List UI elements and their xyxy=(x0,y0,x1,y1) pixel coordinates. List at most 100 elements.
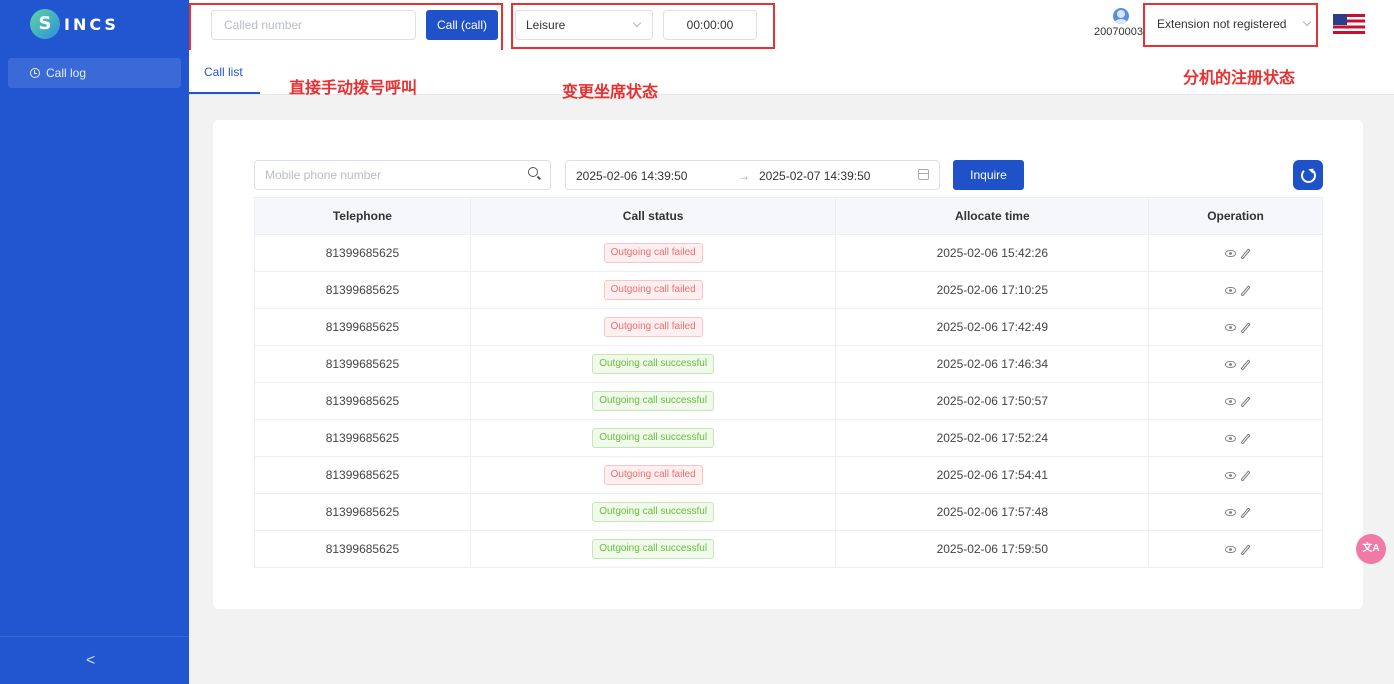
logo-text: INCS xyxy=(64,14,119,34)
edit-icon[interactable] xyxy=(1240,396,1251,408)
edit-icon[interactable] xyxy=(1240,248,1251,260)
operation-cell xyxy=(1148,345,1323,383)
date-separator: → xyxy=(738,169,750,183)
operation-cell xyxy=(1148,493,1323,531)
edit-icon[interactable] xyxy=(1240,322,1251,334)
status-badge: Outgoing call failed xyxy=(603,317,703,337)
telephone-cell: 81399685625 xyxy=(254,234,471,272)
allocate-time-cell: 2025-02-06 17:42:49 xyxy=(835,308,1150,346)
table-row: 81399685625 Outgoing call failed 2025-02-0… xyxy=(254,271,1323,309)
call-status-cell: Outgoing call successful xyxy=(469,493,837,531)
allocate-time-cell: 2025-02-06 17:10:25 xyxy=(835,271,1150,309)
edit-icon[interactable] xyxy=(1240,285,1251,297)
translate-floating-button[interactable]: 文A xyxy=(1356,534,1386,564)
edit-icon[interactable] xyxy=(1240,507,1251,519)
table-row: 81399685625 Outgoing call failed 2025-02-0… xyxy=(254,308,1323,346)
table-row: 81399685625 Outgoing call successful 2025-… xyxy=(254,345,1323,383)
telephone-cell: 81399685625 xyxy=(254,382,471,420)
status-badge: Outgoing call successful xyxy=(592,539,715,559)
view-icon[interactable] xyxy=(1224,250,1236,258)
allocate-time-cell: 2025-02-06 17:54:41 xyxy=(835,456,1150,494)
call-list-table: Telephone Call status Allocate time Oper… xyxy=(254,197,1323,568)
operation-cell xyxy=(1148,456,1323,494)
column-header-telephone: Telephone xyxy=(254,197,471,235)
calendar-icon xyxy=(918,169,929,180)
view-icon[interactable] xyxy=(1224,509,1236,517)
us-flag-icon[interactable] xyxy=(1333,14,1365,34)
status-badge: Outgoing call failed xyxy=(603,280,703,300)
refresh-button[interactable] xyxy=(1293,160,1323,190)
table-row: 81399685625 Outgoing call successful 2025-… xyxy=(254,382,1323,420)
table-row: 81399685625 Outgoing call successful 2025-… xyxy=(254,493,1323,531)
sidebar-item-call-log[interactable]: Call log xyxy=(8,58,181,88)
view-icon[interactable] xyxy=(1224,324,1236,332)
view-icon[interactable] xyxy=(1224,287,1236,295)
view-icon[interactable] xyxy=(1224,361,1236,369)
operation-cell xyxy=(1148,308,1323,346)
logo-icon xyxy=(30,9,60,39)
edit-icon[interactable] xyxy=(1240,544,1251,556)
date-start: 2025-02-06 14:39:50 xyxy=(576,169,688,183)
telephone-cell: 81399685625 xyxy=(254,530,471,568)
allocate-time-cell: 2025-02-06 17:52:24 xyxy=(835,419,1150,457)
allocate-time-cell: 2025-02-06 17:59:50 xyxy=(835,530,1150,568)
avatar[interactable] xyxy=(1113,8,1129,24)
inquire-button[interactable]: Inquire xyxy=(953,160,1024,190)
status-badge: Outgoing call successful xyxy=(592,354,715,374)
telephone-cell: 81399685625 xyxy=(254,493,471,531)
telephone-cell: 81399685625 xyxy=(254,308,471,346)
table-row: 81399685625 Outgoing call successful 2025-… xyxy=(254,530,1323,568)
operation-cell xyxy=(1148,419,1323,457)
clock-icon xyxy=(30,68,40,78)
collapse-sidebar-button[interactable]: < xyxy=(86,652,95,670)
allocate-time-cell: 2025-02-06 17:57:48 xyxy=(835,493,1150,531)
edit-icon[interactable] xyxy=(1240,433,1251,445)
edit-icon[interactable] xyxy=(1240,359,1251,371)
view-icon[interactable] xyxy=(1224,435,1236,443)
column-header-operation: Operation xyxy=(1148,197,1323,235)
status-badge: Outgoing call successful xyxy=(592,391,715,411)
annotation-box-extension xyxy=(1143,3,1318,47)
allocate-time-cell: 2025-02-06 17:46:34 xyxy=(835,345,1150,383)
sidebar-divider xyxy=(0,636,189,637)
sidebar: INCS Call log < xyxy=(0,0,189,684)
view-icon[interactable] xyxy=(1224,546,1236,554)
allocate-time-cell: 2025-02-06 17:50:57 xyxy=(835,382,1150,420)
status-badge: Outgoing call successful xyxy=(592,502,715,522)
annotation-box-status xyxy=(511,3,775,49)
telephone-cell: 81399685625 xyxy=(254,345,471,383)
view-icon[interactable] xyxy=(1224,398,1236,406)
edit-icon[interactable] xyxy=(1240,470,1251,482)
app-logo[interactable]: INCS xyxy=(30,8,119,40)
call-status-cell: Outgoing call successful xyxy=(469,530,837,568)
annotation-box-dial xyxy=(189,3,503,54)
user-id: 20070003 xyxy=(1094,26,1143,38)
table-header-row: Telephone Call status Allocate time Oper… xyxy=(254,197,1323,235)
column-header-allocate-time: Allocate time xyxy=(835,197,1150,235)
view-icon[interactable] xyxy=(1224,472,1236,480)
telephone-cell: 81399685625 xyxy=(254,456,471,494)
table-row: 81399685625 Outgoing call failed 2025-02-0… xyxy=(254,234,1323,272)
call-status-cell: Outgoing call failed xyxy=(469,308,837,346)
active-tab-indicator xyxy=(189,92,260,94)
mobile-search-input[interactable] xyxy=(254,160,551,190)
allocate-time-cell: 2025-02-06 15:42:26 xyxy=(835,234,1150,272)
tab-call-list[interactable]: Call list xyxy=(204,65,243,79)
date-range-picker[interactable]: 2025-02-06 14:39:50 → 2025-02-07 14:39:5… xyxy=(565,160,940,190)
call-status-cell: Outgoing call failed xyxy=(469,234,837,272)
annotation-change-status: 变更坐席状态 xyxy=(562,82,659,101)
call-status-cell: Outgoing call successful xyxy=(469,345,837,383)
search-icon[interactable] xyxy=(528,167,542,181)
telephone-cell: 81399685625 xyxy=(254,419,471,457)
operation-cell xyxy=(1148,234,1323,272)
annotation-extension-registration: 分机的注册状态 xyxy=(1183,68,1296,87)
column-header-call-status: Call status xyxy=(469,197,837,235)
annotation-manual-dial: 直接手动拨号呼叫 xyxy=(289,78,418,97)
operation-cell xyxy=(1148,271,1323,309)
status-badge: Outgoing call failed xyxy=(603,243,703,263)
call-status-cell: Outgoing call failed xyxy=(469,271,837,309)
telephone-cell: 81399685625 xyxy=(254,271,471,309)
call-status-cell: Outgoing call successful xyxy=(469,419,837,457)
table-row: 81399685625 Outgoing call successful 2025-… xyxy=(254,419,1323,457)
operation-cell xyxy=(1148,382,1323,420)
